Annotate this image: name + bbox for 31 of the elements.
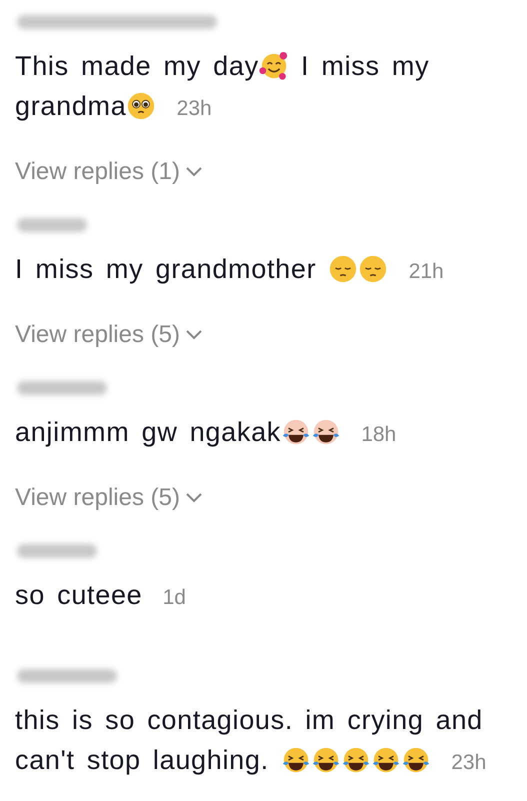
chevron-down-icon — [186, 493, 202, 503]
comment-text: This made my day — [15, 50, 259, 83]
laughing-tears-face-icon — [281, 745, 312, 775]
laughing-tears-face-icon — [311, 745, 342, 775]
laughing-tears-face-icon — [401, 745, 432, 775]
pleading-face-icon — [126, 91, 156, 121]
laughing-tears-face-icon — [341, 745, 372, 775]
chevron-down-icon — [186, 167, 202, 177]
laughing-tears-face-icon — [311, 417, 341, 447]
laughing-tears-face-icon — [281, 417, 311, 447]
smiling-face-with-hearts-icon — [258, 51, 289, 81]
comment-text: anjimmm gw ngakak — [15, 416, 281, 449]
view-replies-link[interactable]: View replies (5) — [15, 320, 202, 350]
comment-time: 23h — [451, 750, 486, 776]
pensive-face-icon — [358, 254, 388, 284]
comment-time: 1d — [162, 585, 186, 611]
comment-time: 23h — [176, 96, 212, 122]
comment-text: I miss my — [300, 50, 430, 83]
view-replies-link[interactable]: View replies (1) — [15, 157, 202, 187]
comment-text: grandma — [15, 90, 126, 123]
view-replies-link[interactable]: View replies (5) — [15, 483, 202, 513]
laughing-tears-face-icon — [371, 745, 402, 775]
comment-time: 18h — [361, 422, 396, 448]
blurred-username — [17, 218, 87, 232]
comment-text: this is so contagious. im crying and — [15, 704, 483, 737]
chevron-down-icon — [186, 330, 202, 340]
comment-text: I miss my grandmother — [15, 253, 318, 286]
pensive-face-icon — [328, 254, 358, 284]
comment-time: 21h — [408, 259, 444, 285]
comment-text: so cuteee — [15, 579, 142, 612]
comment-text: can't stop laughing. — [15, 744, 270, 777]
